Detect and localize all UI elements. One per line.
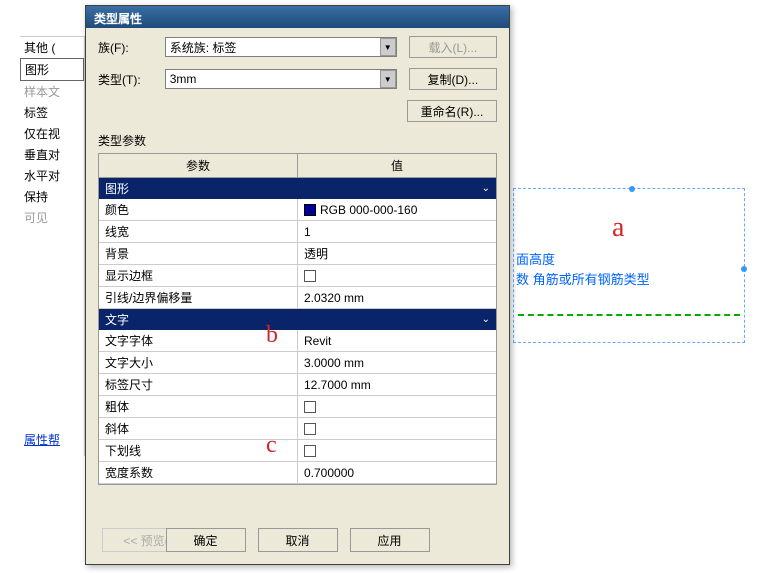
dialog-titlebar: 类型属性 [86, 6, 509, 28]
bg-list-item[interactable]: 可见 [20, 207, 84, 228]
annotation-a: a [612, 212, 624, 244]
checkbox[interactable] [304, 401, 316, 413]
grid-header: 参数 值 [99, 154, 496, 178]
table-row[interactable]: 背景透明 [99, 243, 496, 265]
bg-list-item[interactable]: 垂直对 [20, 144, 84, 165]
param-value[interactable]: 0.700000 [298, 462, 496, 483]
bg-list-item[interactable]: 仅在视 [20, 123, 84, 144]
chevron-down-icon[interactable]: ▼ [380, 70, 396, 88]
table-row[interactable]: 粗体 [99, 396, 496, 418]
bg-list-item[interactable]: 标签 [20, 102, 84, 123]
load-button: 载入(L)... [409, 36, 497, 58]
checkbox[interactable] [304, 445, 316, 457]
table-row[interactable]: 标签尺寸12.7000 mm [99, 374, 496, 396]
bg-list-item[interactable]: 其他 ( [20, 37, 84, 58]
annotation-b: b [266, 322, 278, 349]
col-header-value: 值 [298, 154, 496, 177]
param-value[interactable]: 透明 [298, 243, 496, 264]
family-label: 族(F): [98, 39, 165, 56]
param-value[interactable] [298, 418, 496, 439]
param-name: 文字大小 [99, 352, 298, 373]
table-row[interactable]: 宽度系数0.700000 [99, 462, 496, 484]
table-row[interactable]: 引线/边界偏移量2.0320 mm [99, 287, 496, 309]
group-header[interactable]: 图形⌄ [99, 178, 496, 199]
type-params-label: 类型参数 [98, 132, 497, 149]
param-name: 显示边框 [99, 265, 298, 286]
param-name: 标签尺寸 [99, 374, 298, 395]
preview-text-1: 面高度 [516, 249, 555, 268]
param-name: 粗体 [99, 396, 298, 417]
param-value[interactable] [298, 265, 496, 286]
tag-preview: 面高度 数 角筋或所有钢筋类型 [513, 188, 745, 343]
col-header-param: 参数 [99, 154, 298, 177]
parameter-grid: 参数 值 图形⌄颜色RGB 000-000-160线宽1背景透明显示边框引线/边… [98, 153, 497, 485]
preview-text-2: 数 角筋或所有钢筋类型 [516, 269, 650, 288]
table-row[interactable]: 文字字体Revit [99, 330, 496, 352]
apply-button[interactable]: 应用 [350, 528, 430, 552]
param-name: 宽度系数 [99, 462, 298, 483]
bg-list-item[interactable]: 样本文 [20, 81, 84, 102]
chevron-down-icon[interactable]: ▼ [380, 38, 396, 56]
rename-button[interactable]: 重命名(R)... [407, 100, 497, 122]
table-row[interactable]: 文字大小3.0000 mm [99, 352, 496, 374]
background-properties-panel: 其他 (图形样本文标签仅在视垂直对水平对保持可见 属性帮 [20, 36, 85, 456]
type-label: 类型(T): [98, 71, 165, 88]
param-name: 线宽 [99, 221, 298, 242]
table-row[interactable]: 下划线 [99, 440, 496, 462]
param-value[interactable]: 3.0000 mm [298, 352, 496, 373]
type-dropdown[interactable]: 3mm ▼ [165, 69, 397, 89]
table-row[interactable]: 斜体 [99, 418, 496, 440]
param-name: 背景 [99, 243, 298, 264]
param-name: 颜色 [99, 199, 298, 220]
collapse-icon: ⌄ [482, 183, 490, 194]
param-value[interactable]: Revit [298, 330, 496, 351]
param-name: 引线/边界偏移量 [99, 287, 298, 308]
copy-button[interactable]: 复制(D)... [409, 68, 497, 90]
color-swatch [304, 204, 316, 216]
cancel-button[interactable]: 取消 [258, 528, 338, 552]
param-value[interactable]: 2.0320 mm [298, 287, 496, 308]
ok-button[interactable]: 确定 [166, 528, 246, 552]
bg-list-item[interactable]: 水平对 [20, 165, 84, 186]
bg-list-item[interactable]: 保持 [20, 186, 84, 207]
param-value[interactable]: 1 [298, 221, 496, 242]
table-row[interactable]: 颜色RGB 000-000-160 [99, 199, 496, 221]
table-row[interactable]: 显示边框 [99, 265, 496, 287]
properties-help-link[interactable]: 属性帮 [20, 429, 64, 450]
checkbox[interactable] [304, 270, 316, 282]
bg-list-item[interactable]: 图形 [20, 58, 84, 81]
param-value[interactable] [298, 440, 496, 461]
param-value[interactable]: 12.7000 mm [298, 374, 496, 395]
group-header[interactable]: 文字⌄ [99, 309, 496, 330]
collapse-icon: ⌄ [482, 314, 490, 325]
type-properties-dialog: 类型属性 族(F): 系统族: 标签 ▼ 载入(L)... 类型(T): 3mm… [85, 5, 510, 565]
checkbox[interactable] [304, 423, 316, 435]
family-dropdown[interactable]: 系统族: 标签 ▼ [165, 37, 397, 57]
annotation-c: c [266, 432, 277, 459]
param-value[interactable] [298, 396, 496, 417]
param-value[interactable]: RGB 000-000-160 [298, 199, 496, 220]
table-row[interactable]: 线宽1 [99, 221, 496, 243]
